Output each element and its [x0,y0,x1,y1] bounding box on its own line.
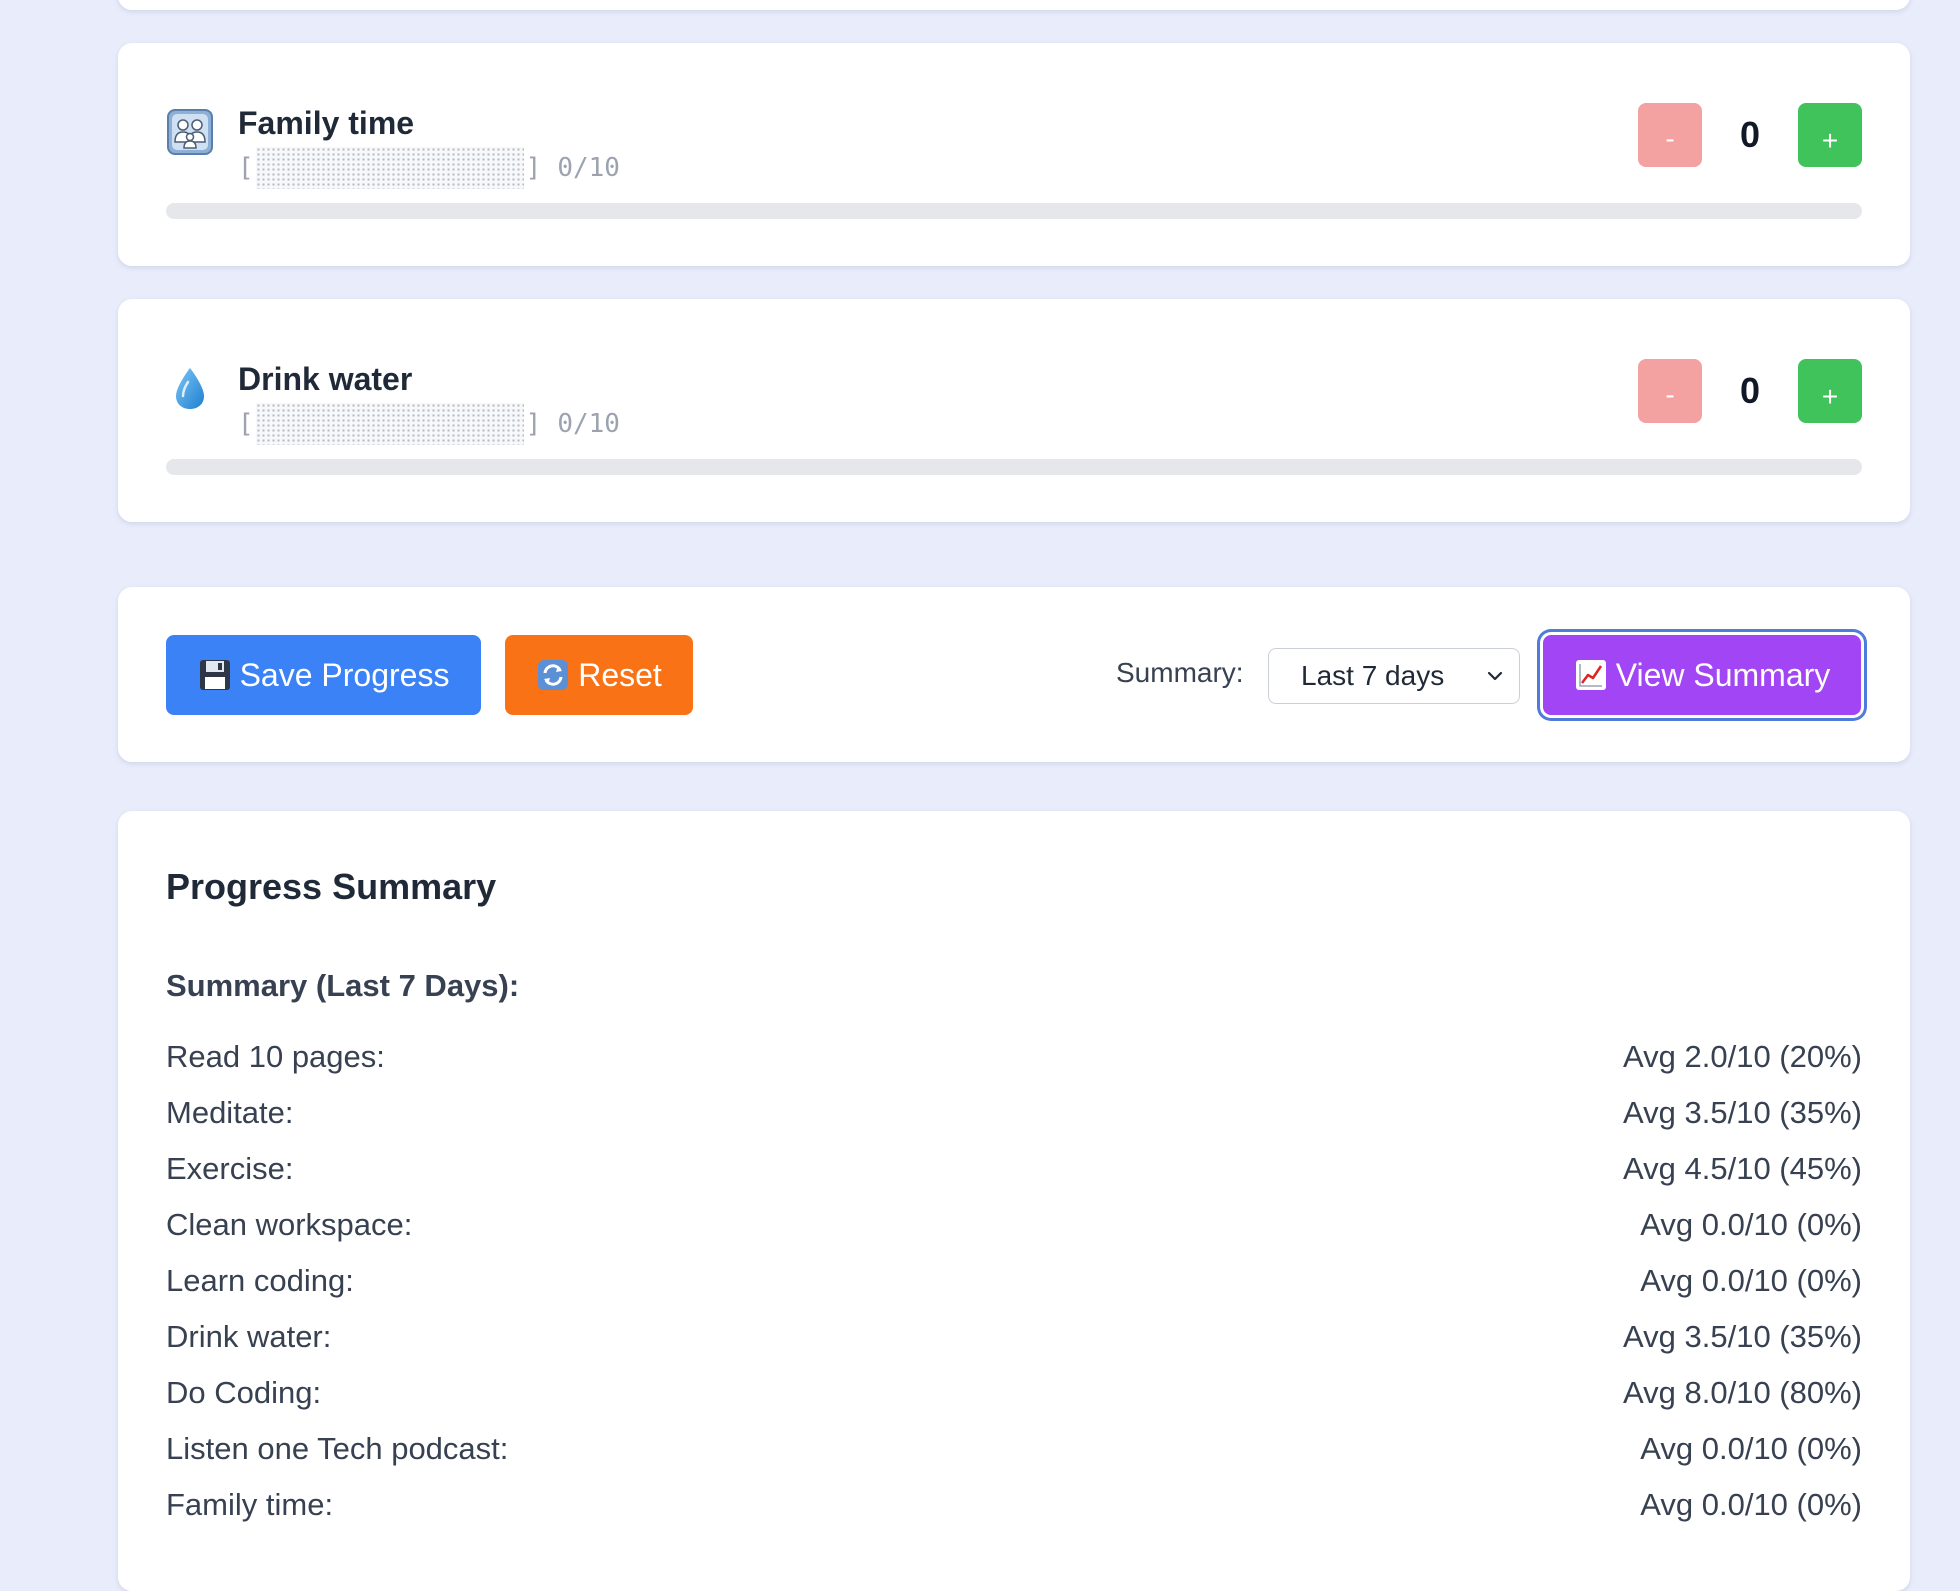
habit-count-text: 0/10 [557,409,620,439]
increment-button[interactable]: + [1798,359,1862,423]
summary-row-value: Avg 2.0/10 (20%) [1623,1039,1862,1074]
progress-summary-card: Progress Summary Summary (Last 7 Days): … [118,811,1910,1591]
summary-row: Listen one Tech podcast: Avg 0.0/10 (0%) [166,1421,1862,1477]
summary-title: Progress Summary [166,866,497,907]
refresh-icon [538,660,569,690]
ascii-progress-fill [255,403,524,445]
habit-name: Drink water [238,361,413,397]
chart-increasing-icon [1575,660,1606,690]
floppy-disk-icon [199,660,230,690]
summary-row-value: Avg 4.5/10 (45%) [1623,1151,1862,1186]
habit-progress-bar [166,459,1862,475]
reset-label: Reset [578,656,662,693]
summary-subtitle: Summary (Last 7 Days): [166,968,520,1003]
summary-row-label: Read 10 pages: [166,1039,385,1074]
decrement-button[interactable]: - [1638,103,1702,167]
habit-count: 0 [1739,114,1761,155]
summary-row: Exercise: Avg 4.5/10 (45%) [166,1141,1862,1197]
habit-count: 0 [1739,370,1761,411]
summary-row-label: Do Coding: [166,1375,322,1410]
summary-row-label: Exercise: [166,1151,294,1186]
ascii-open-bracket: [ [238,409,254,439]
ascii-close-bracket: ] [525,409,542,439]
habit-ascii-progress: [ ] 0/10 [238,143,620,193]
summary-range-value: Last 7 days [1301,660,1445,691]
summary-row-value: Avg 0.0/10 (0%) [1640,1207,1862,1242]
summary-row-value: Avg 0.0/10 (0%) [1640,1263,1862,1298]
save-progress-button[interactable]: Save Progress [166,635,481,715]
save-progress-label: Save Progress [239,656,450,693]
habit-ascii-progress: [ ] 0/10 [238,399,620,449]
summary-range-select[interactable]: Last 7 days [1268,648,1520,704]
ascii-progress-fill [255,147,524,189]
summary-row-label: Clean workspace: [166,1207,413,1242]
summary-range-label: Summary: [1116,657,1244,688]
chevron-down-icon [1487,671,1503,681]
summary-row-value: Avg 8.0/10 (80%) [1623,1375,1862,1410]
summary-row: Clean workspace: Avg 0.0/10 (0%) [166,1197,1862,1253]
decrement-button[interactable]: - [1638,359,1702,423]
view-summary-button[interactable]: View Summary [1543,635,1861,715]
water-drop-icon [176,368,204,409]
summary-row: Do Coding: Avg 8.0/10 (80%) [166,1365,1862,1421]
summary-row-value: Avg 0.0/10 (0%) [1640,1487,1862,1522]
summary-row-value: Avg 3.5/10 (35%) [1623,1319,1862,1354]
summary-row: Learn coding: Avg 0.0/10 (0%) [166,1253,1862,1309]
habit-name: Family time [238,105,415,141]
summary-row-label: Drink water: [166,1319,332,1354]
summary-list: Read 10 pages: Avg 2.0/10 (20%) Meditate:… [166,1029,1862,1533]
family-icon [167,109,213,155]
increment-button[interactable]: + [1798,103,1862,167]
summary-row-label: Learn coding: [166,1263,354,1298]
summary-row: Drink water: Avg 3.5/10 (35%) [166,1309,1862,1365]
habit-card-family-time: Family time [ ] 0/10 - 0 + [118,43,1910,266]
summary-row-label: Family time: [166,1487,334,1522]
ascii-close-bracket: ] [525,153,542,183]
reset-button[interactable]: Reset [505,635,693,715]
habit-card-drink-water: Drink water [ ] 0/10 - 0 + [118,299,1910,522]
habit-progress-bar [166,203,1862,219]
summary-row: Meditate: Avg 3.5/10 (35%) [166,1085,1862,1141]
summary-row-value: Avg 0.0/10 (0%) [1640,1431,1862,1466]
summary-row: Family time: Avg 0.0/10 (0%) [166,1477,1862,1533]
actions-card: Save Progress Reset Summary: Last 7 days… [118,587,1910,762]
summary-row: Read 10 pages: Avg 2.0/10 (20%) [166,1029,1862,1085]
summary-row-value: Avg 3.5/10 (35%) [1623,1095,1862,1130]
view-summary-label: View Summary [1615,656,1831,693]
summary-row-label: Listen one Tech podcast: [166,1431,509,1466]
summary-row-label: Meditate: [166,1095,294,1130]
habit-card-partial [118,0,1910,10]
habit-count-text: 0/10 [557,153,620,183]
ascii-open-bracket: [ [238,153,254,183]
